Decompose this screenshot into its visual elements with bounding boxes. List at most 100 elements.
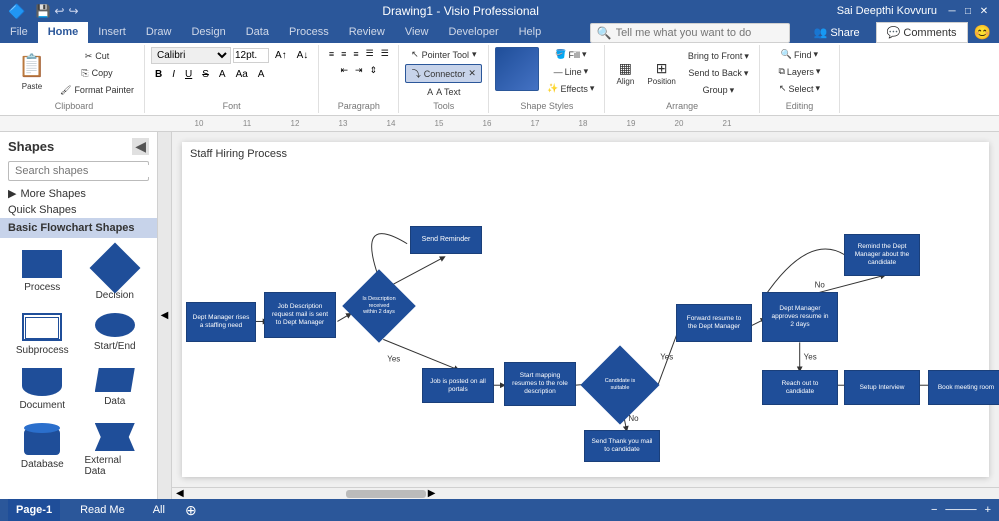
- zoom-in-btn[interactable]: +: [985, 504, 991, 516]
- all-tab[interactable]: All: [145, 499, 173, 521]
- tab-insert[interactable]: Insert: [88, 22, 136, 43]
- tab-file[interactable]: File: [0, 22, 38, 43]
- scroll-left-btn[interactable]: ◀: [176, 488, 184, 499]
- tab-home[interactable]: Home: [38, 22, 89, 43]
- node-dept-manager-approves[interactable]: Dept Managerapproves resume in2 days: [762, 292, 838, 342]
- cut-button[interactable]: ✂ Cut: [56, 49, 138, 64]
- increase-indent-button[interactable]: ⇥: [352, 64, 366, 77]
- font-highlight-button[interactable]: A: [254, 68, 269, 81]
- select-button[interactable]: ↖ Select▾: [775, 81, 824, 96]
- align-button[interactable]: ▦ Align: [611, 58, 639, 88]
- more-shapes-link[interactable]: ▶ More Shapes: [0, 185, 157, 202]
- fill-button[interactable]: 🪣 Fill▾: [543, 47, 598, 62]
- font-color-button[interactable]: A: [215, 68, 230, 81]
- format-painter-button[interactable]: 🖌 Format Painter: [56, 83, 138, 98]
- zoom-slider[interactable]: ────: [945, 504, 976, 516]
- shape-process[interactable]: Process: [8, 246, 77, 305]
- add-page-button[interactable]: ⊕: [185, 502, 197, 519]
- font-name-select[interactable]: Calibri: [151, 47, 231, 64]
- node-book-meeting-room[interactable]: Book meeting room: [928, 370, 999, 405]
- share-button[interactable]: 👥 Share: [804, 23, 870, 42]
- align-right-button[interactable]: ≡: [350, 47, 361, 60]
- comments-button[interactable]: 💬 Comments: [876, 22, 968, 43]
- font-case-button[interactable]: Aa: [232, 68, 252, 81]
- tab-view[interactable]: View: [395, 22, 439, 43]
- shapes-search-bar[interactable]: 🔍: [8, 161, 149, 181]
- paste-button[interactable]: 📋 Paste: [10, 53, 54, 93]
- redo-icon[interactable]: ↪: [68, 4, 78, 18]
- tab-process[interactable]: Process: [279, 22, 339, 43]
- shapes-panel-collapse-button[interactable]: ◀: [132, 138, 149, 155]
- shape-external-data[interactable]: External Data: [81, 419, 150, 481]
- effects-button[interactable]: ✨ Effects▾: [543, 81, 598, 96]
- font-shrink-button[interactable]: A↓: [293, 49, 313, 62]
- tab-developer[interactable]: Developer: [438, 22, 508, 43]
- zoom-out-btn[interactable]: −: [931, 504, 937, 516]
- ribbon-search-input[interactable]: [616, 27, 783, 39]
- strikethrough-button[interactable]: S: [198, 68, 213, 81]
- tab-data[interactable]: Data: [236, 22, 279, 43]
- tab-design[interactable]: Design: [181, 22, 235, 43]
- font-size-input[interactable]: [233, 48, 269, 63]
- node-remind-dept-manager[interactable]: Remind the DeptManager about thecandidat…: [844, 234, 920, 276]
- find-button[interactable]: 🔍 Find▾: [777, 47, 822, 62]
- page1-tab[interactable]: Page-1: [8, 499, 60, 521]
- scroll-right-btn[interactable]: ▶: [428, 488, 436, 499]
- drawing-canvas[interactable]: Staff Hiring Process No: [182, 142, 989, 477]
- line-button[interactable]: — Line▾: [543, 64, 598, 79]
- align-left-button[interactable]: ≡: [326, 47, 337, 60]
- align-center-button[interactable]: ≡: [338, 47, 349, 60]
- node-send-thankyou[interactable]: Send Thank you mailto candidate: [584, 430, 660, 462]
- node-send-reminder[interactable]: Send Reminder: [410, 226, 482, 254]
- shape-document[interactable]: Document: [8, 364, 77, 415]
- pointer-tool-button[interactable]: ↖ Pointer Tool ▾: [405, 47, 482, 62]
- text-tool-button[interactable]: A A Text: [405, 85, 482, 99]
- node-dept-manager[interactable]: Dept Manager risesa staffing need: [186, 302, 256, 342]
- bold-button[interactable]: B: [151, 68, 166, 81]
- shapes-search-input[interactable]: [15, 165, 157, 177]
- tab-help[interactable]: Help: [509, 22, 552, 43]
- ribbon-search-bar[interactable]: 🔍: [590, 23, 790, 43]
- canvas-area[interactable]: Staff Hiring Process No: [172, 132, 999, 499]
- horizontal-scrollbar[interactable]: ◀ ▶: [172, 487, 999, 499]
- node-is-description[interactable]: Is Descriptionreceivedwithin 2 days: [345, 280, 413, 332]
- underline-button[interactable]: U: [181, 68, 196, 81]
- shape-data[interactable]: Data: [81, 364, 150, 415]
- h-scrollbar-thumb[interactable]: [346, 490, 426, 498]
- maximize-btn[interactable]: □: [961, 4, 975, 18]
- font-grow-button[interactable]: A↑: [271, 49, 291, 62]
- copy-button[interactable]: ⎘ Copy: [56, 66, 138, 81]
- connector-button[interactable]: ⤵ Connector ✕: [405, 64, 482, 83]
- vertical-collapse-bar[interactable]: ◀: [158, 132, 172, 499]
- save-icon[interactable]: 💾: [35, 4, 50, 18]
- decrease-indent-button[interactable]: ⇤: [337, 64, 351, 77]
- tab-draw[interactable]: Draw: [136, 22, 182, 43]
- italic-button[interactable]: I: [168, 68, 179, 81]
- minimize-btn[interactable]: ─: [945, 4, 959, 18]
- tab-review[interactable]: Review: [339, 22, 395, 43]
- node-job-posted[interactable]: Job is posted on allportals: [422, 368, 494, 403]
- bring-to-front-button[interactable]: Bring to Front▾: [684, 49, 753, 64]
- shape-database[interactable]: Database: [8, 419, 77, 481]
- close-btn[interactable]: ✕: [977, 4, 991, 18]
- node-reach-out[interactable]: Reach out tocandidate: [762, 370, 838, 405]
- node-job-description[interactable]: Job Descriptionrequest mail is sentto De…: [264, 292, 336, 338]
- read-me-tab[interactable]: Read Me: [72, 499, 133, 521]
- numbered-list-button[interactable]: ☰: [378, 47, 392, 60]
- shape-startend[interactable]: Start/End: [81, 309, 150, 360]
- undo-icon[interactable]: ↩: [54, 4, 64, 18]
- position-button[interactable]: ⊞ Position: [643, 58, 679, 88]
- node-start-mapping[interactable]: Start mappingresumes to the roledescript…: [504, 362, 576, 406]
- node-forward-resume[interactable]: Forward resume tothe Dept Manager: [676, 304, 752, 342]
- node-setup-interview[interactable]: Setup Interview: [844, 370, 920, 405]
- basic-flowchart-section[interactable]: Basic Flowchart Shapes: [0, 218, 157, 238]
- shape-decision[interactable]: Decision: [81, 246, 150, 305]
- send-to-back-button[interactable]: Send to Back▾: [684, 66, 753, 81]
- node-candidate-suitable[interactable]: Candidate issuitable: [582, 357, 658, 413]
- shape-subprocess[interactable]: Subprocess: [8, 309, 77, 360]
- text-direction-button[interactable]: ⇕: [367, 64, 381, 77]
- group-button[interactable]: Group▾: [684, 83, 753, 98]
- quick-shapes-link[interactable]: Quick Shapes: [0, 202, 157, 218]
- bullet-list-button[interactable]: ☰: [363, 47, 377, 60]
- layers-button[interactable]: ⧉ Layers▾: [774, 64, 824, 79]
